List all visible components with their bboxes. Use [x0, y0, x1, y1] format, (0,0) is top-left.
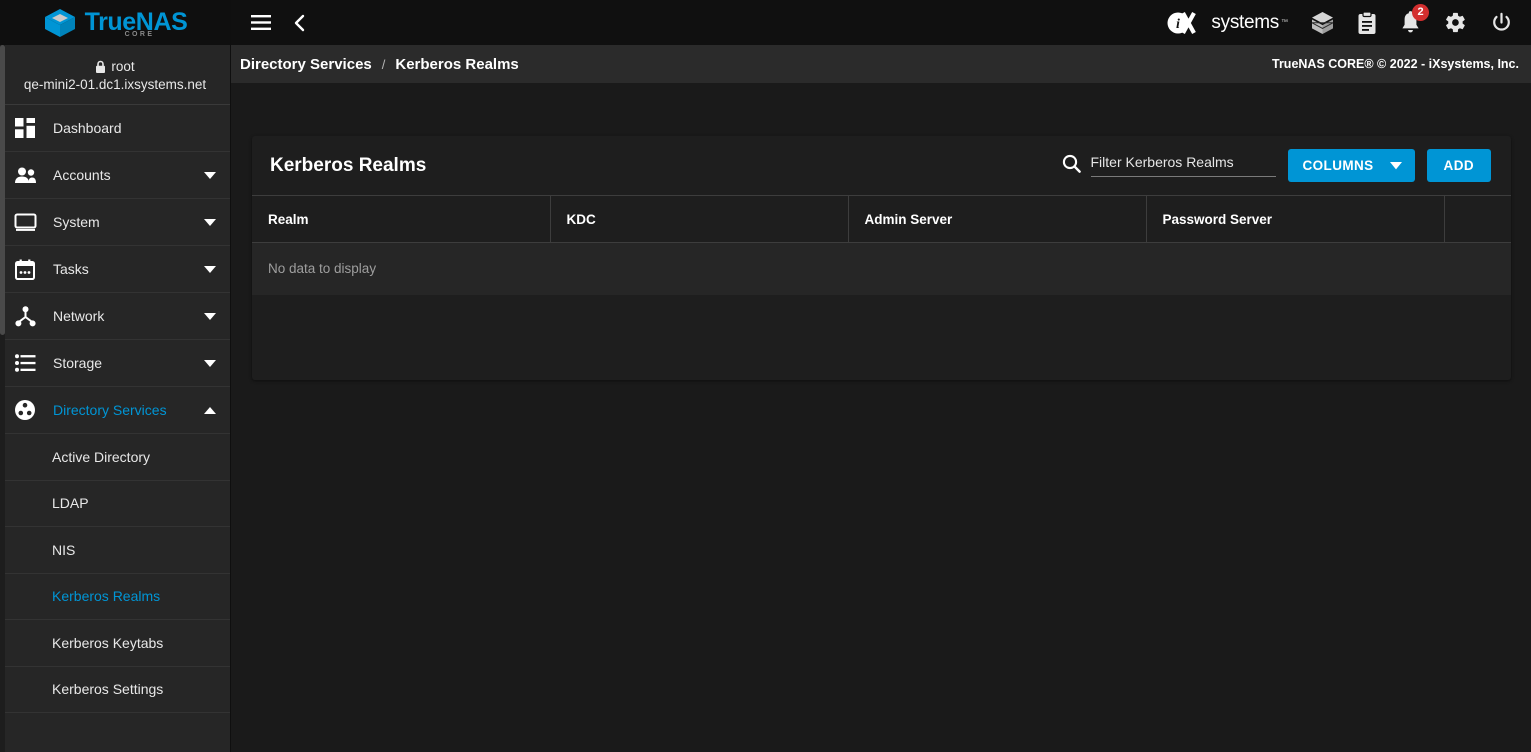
columns-button-label: COLUMNS: [1303, 158, 1374, 173]
sidebar-item-kerberos-settings[interactable]: Kerberos Settings: [0, 667, 230, 714]
scrollbar-thumb[interactable]: [0, 45, 5, 335]
sidebar-item-label: Directory Services: [53, 402, 188, 418]
chevron-down-icon[interactable]: [204, 266, 216, 273]
chevron-down-icon[interactable]: [204, 172, 216, 179]
power-icon[interactable]: [1490, 11, 1513, 34]
sidebar-item-label: Accounts: [53, 167, 188, 183]
brand-logo[interactable]: TrueNAS CORE: [0, 0, 231, 45]
column-header-admin-server[interactable]: Admin Server: [848, 196, 1146, 243]
column-header-actions: [1444, 196, 1511, 243]
sidebar-subitem-label: NIS: [52, 542, 75, 558]
sidebar-item-label: Dashboard: [53, 120, 216, 136]
lock-icon: [95, 60, 106, 74]
sidebar-subitem-label: LDAP: [52, 495, 89, 511]
table-header-row: Realm KDC Admin Server Password Server: [252, 196, 1511, 243]
monitor-icon: [13, 210, 37, 234]
search-input[interactable]: [1091, 154, 1276, 170]
breadcrumb: Directory Services / Kerberos Realms Tru…: [231, 45, 1531, 84]
sidebar-item-system[interactable]: System: [0, 199, 230, 246]
svg-text:i: i: [1176, 17, 1180, 32]
empty-state-row: No data to display: [252, 243, 1511, 295]
breadcrumb-parent[interactable]: Directory Services: [240, 56, 372, 73]
sidebar-scrollbar[interactable]: [0, 45, 5, 752]
hostname-label: qe-mini2-01.dc1.ixsystems.net: [8, 77, 222, 92]
chevron-left-icon[interactable]: [293, 14, 306, 32]
column-header-password-server[interactable]: Password Server: [1146, 196, 1444, 243]
dashboard-grid-icon: [13, 116, 37, 140]
directory-services-icon: [13, 398, 37, 422]
kerberos-realms-card: Kerberos Realms COLUMNS: [252, 136, 1511, 380]
sidebar-subitem-label: Kerberos Settings: [52, 681, 163, 697]
empty-state-message: No data to display: [252, 243, 1511, 295]
notifications-bell-icon[interactable]: 2: [1400, 11, 1421, 34]
chevron-down-icon[interactable]: [204, 219, 216, 226]
sidebar-item-nis[interactable]: NIS: [0, 527, 230, 574]
topbar-nav: [231, 14, 306, 32]
kerberos-realms-table: Realm KDC Admin Server Password Server N…: [252, 195, 1511, 295]
brand-wordmark: TrueNAS CORE: [85, 10, 188, 35]
sidebar-subitem-label: Kerberos Keytabs: [52, 635, 163, 651]
truenas-logo-icon: [44, 8, 76, 38]
user-info: root qe-mini2-01.dc1.ixsystems.net: [0, 45, 230, 105]
ixsystems-mark-icon: i: [1167, 11, 1209, 35]
sidebar-item-label: Network: [53, 308, 188, 324]
sidebar-item-label: System: [53, 214, 188, 230]
network-share-icon: [13, 304, 37, 328]
sidebar-item-ldap[interactable]: LDAP: [0, 481, 230, 528]
breadcrumb-separator: /: [382, 57, 386, 72]
sidebar-item-dashboard[interactable]: Dashboard: [0, 105, 230, 152]
chevron-down-icon: [1390, 158, 1402, 173]
sidebar-subitem-label: Active Directory: [52, 449, 150, 465]
column-header-kdc[interactable]: KDC: [550, 196, 848, 243]
add-button[interactable]: ADD: [1427, 149, 1491, 182]
trademark-symbol: ™: [1281, 19, 1288, 26]
hamburger-menu-icon[interactable]: [251, 15, 271, 30]
main-content: Directory Services / Kerberos Realms Tru…: [231, 45, 1531, 752]
add-button-label: ADD: [1444, 158, 1474, 173]
people-icon: [13, 163, 37, 187]
ixsystems-logo: i systems ™: [1167, 11, 1288, 35]
card-toolbar: COLUMNS ADD: [1062, 149, 1492, 182]
jails-cube-icon[interactable]: [1311, 11, 1334, 35]
ixsystems-wordmark: systems: [1211, 12, 1279, 34]
sidebar-item-kerberos-realms[interactable]: Kerberos Realms: [0, 574, 230, 621]
username-label: root: [111, 59, 134, 74]
sidebar: root qe-mini2-01.dc1.ixsystems.net Dashb…: [0, 45, 231, 752]
table-header: Realm KDC Admin Server Password Server: [252, 196, 1511, 243]
search-field-wrapper: [1091, 154, 1276, 177]
storage-list-icon: [13, 351, 37, 375]
search-area: [1062, 154, 1276, 178]
user-row: root: [8, 59, 222, 74]
brand-edition: CORE: [125, 31, 155, 38]
sidebar-item-directory-services[interactable]: Directory Services: [0, 387, 230, 434]
column-header-realm[interactable]: Realm: [252, 196, 550, 243]
chevron-up-icon[interactable]: [204, 407, 216, 414]
sidebar-item-active-directory[interactable]: Active Directory: [0, 434, 230, 481]
sidebar-item-network[interactable]: Network: [0, 293, 230, 340]
settings-gear-icon[interactable]: [1444, 11, 1467, 34]
copyright-label: TrueNAS CORE® © 2022 - iXsystems, Inc.: [1272, 57, 1519, 71]
calendar-icon: [13, 257, 37, 281]
top-bar: TrueNAS CORE i systems ™: [0, 0, 1531, 45]
breadcrumb-current: Kerberos Realms: [395, 56, 518, 73]
clipboard-tasks-icon[interactable]: [1357, 11, 1377, 35]
search-icon[interactable]: [1062, 154, 1081, 178]
chevron-down-icon[interactable]: [204, 313, 216, 320]
sidebar-item-tasks[interactable]: Tasks: [0, 246, 230, 293]
sidebar-item-label: Storage: [53, 355, 188, 371]
sidebar-item-accounts[interactable]: Accounts: [0, 152, 230, 199]
columns-button[interactable]: COLUMNS: [1288, 149, 1415, 182]
card-header: Kerberos Realms COLUMNS: [252, 136, 1511, 195]
sidebar-item-label: Tasks: [53, 261, 188, 277]
sidebar-item-kerberos-keytabs[interactable]: Kerberos Keytabs: [0, 620, 230, 667]
sidebar-item-storage[interactable]: Storage: [0, 340, 230, 387]
topbar-actions: i systems ™: [1167, 11, 1531, 35]
table-body: No data to display: [252, 243, 1511, 295]
page-title: Kerberos Realms: [270, 155, 426, 177]
notification-badge: 2: [1412, 4, 1429, 21]
chevron-down-icon[interactable]: [204, 360, 216, 367]
sidebar-subitem-label: Kerberos Realms: [52, 588, 160, 604]
